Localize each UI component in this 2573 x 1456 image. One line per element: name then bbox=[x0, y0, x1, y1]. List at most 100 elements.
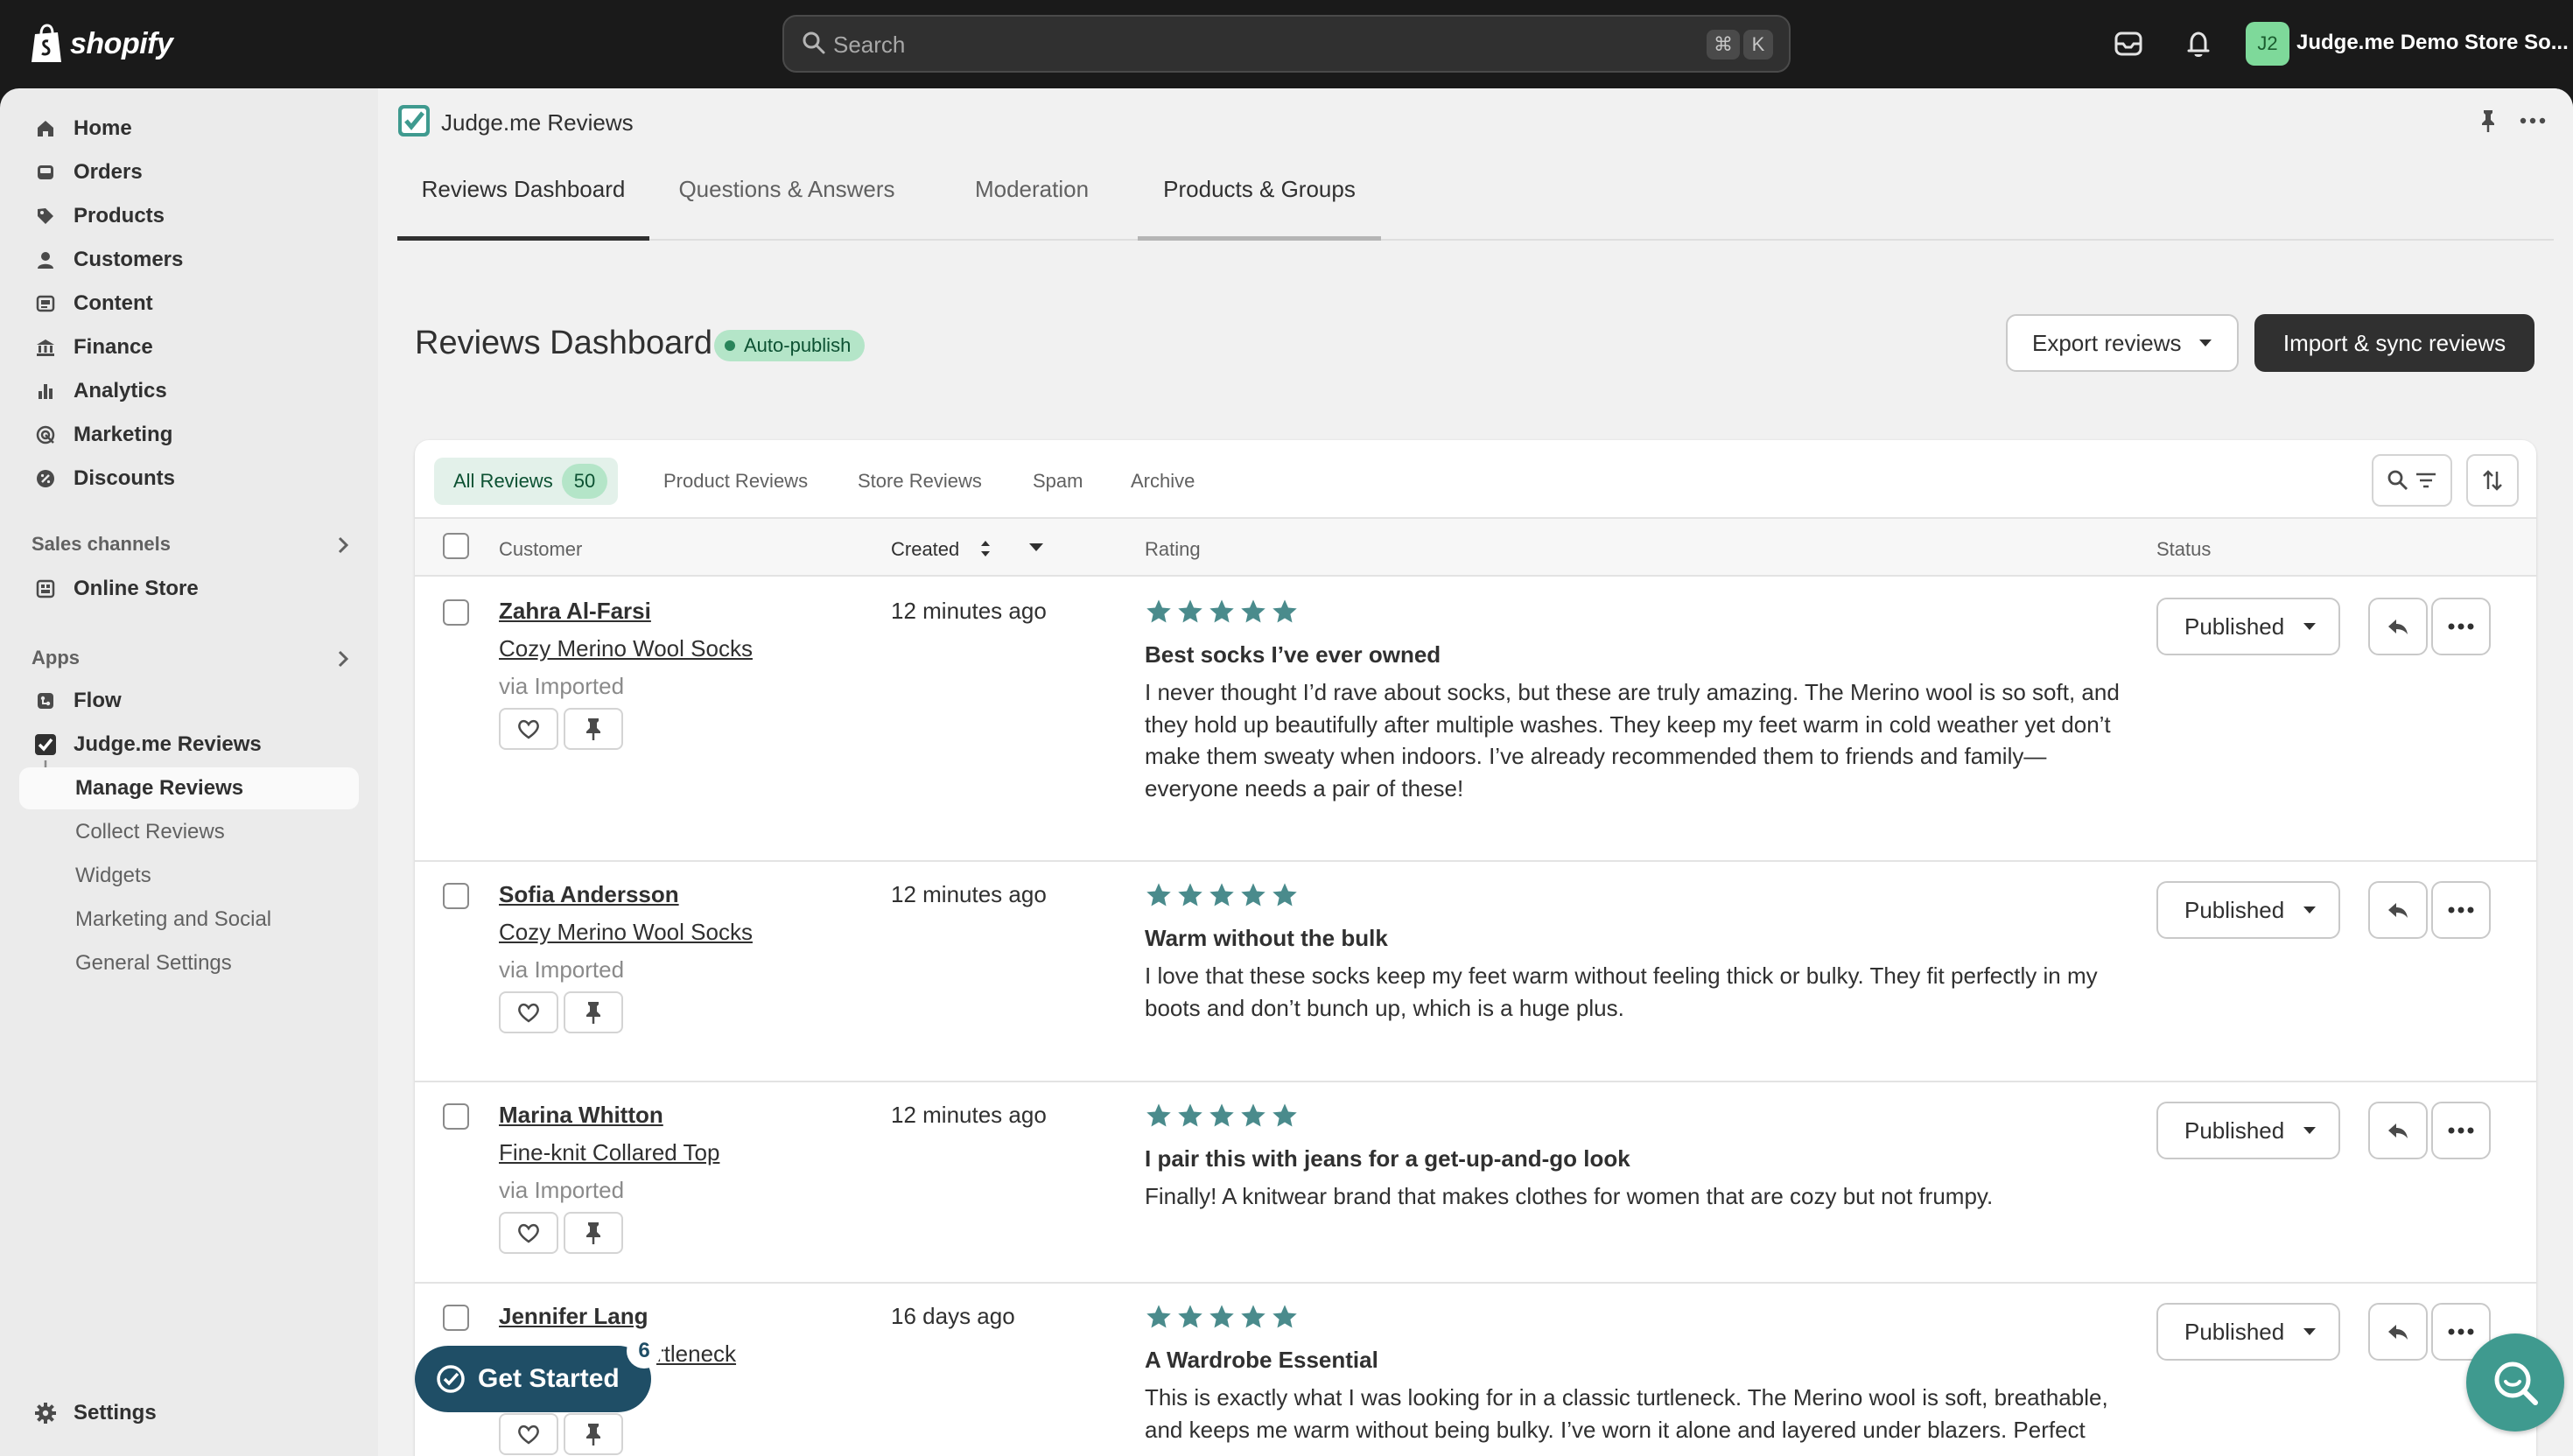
product-link[interactable]: rtleneck bbox=[656, 1340, 736, 1368]
more-icon[interactable] bbox=[2517, 108, 2548, 134]
tab-moderation[interactable]: Moderation bbox=[940, 162, 1124, 241]
bell-icon[interactable] bbox=[2181, 26, 2216, 61]
row-checkbox[interactable] bbox=[443, 1305, 469, 1331]
sidebar-item-discounts[interactable]: Discounts bbox=[19, 458, 359, 500]
star-icon bbox=[1241, 1305, 1265, 1328]
favorite-button[interactable] bbox=[499, 1212, 558, 1254]
sidebar-subitem-collect-reviews[interactable]: Collect Reviews bbox=[19, 811, 359, 853]
product-link[interactable]: Cozy Merino Wool Socks bbox=[499, 635, 753, 662]
pin-icon[interactable] bbox=[2475, 108, 2501, 134]
sidebar-subitem-manage-reviews[interactable]: Manage Reviews bbox=[19, 767, 359, 809]
customer-name-link[interactable]: Sofia Andersson bbox=[499, 881, 679, 908]
row-checkbox[interactable] bbox=[443, 1103, 469, 1130]
favorite-button[interactable] bbox=[499, 991, 558, 1033]
filter-tab-spam[interactable]: Spam bbox=[1013, 458, 1102, 505]
orders-icon bbox=[33, 160, 58, 185]
judgeme-app-icon bbox=[33, 732, 58, 757]
column-header-created[interactable]: Created bbox=[891, 538, 959, 561]
inbox-icon[interactable] bbox=[2111, 26, 2146, 61]
apps-heading[interactable]: Apps bbox=[32, 647, 80, 669]
filter-tab-product-reviews[interactable]: Product Reviews bbox=[644, 458, 827, 505]
help-chat-button[interactable] bbox=[2466, 1334, 2564, 1432]
favorite-button[interactable] bbox=[499, 708, 558, 750]
pin-review-button[interactable] bbox=[564, 991, 623, 1033]
star-icon bbox=[1241, 1103, 1265, 1127]
shopify-logo[interactable]: shopify bbox=[30, 21, 173, 66]
sort-icon bbox=[2483, 470, 2502, 491]
reply-button[interactable] bbox=[2368, 1102, 2428, 1159]
target-icon bbox=[33, 423, 58, 447]
sidebar-item-judgeme-reviews[interactable]: Judge.me Reviews bbox=[19, 724, 359, 766]
star-icon bbox=[1272, 1305, 1297, 1328]
more-actions-button[interactable] bbox=[2431, 881, 2491, 939]
tab-reviews-dashboard[interactable]: Reviews Dashboard bbox=[397, 162, 649, 241]
tab-questions-answers[interactable]: Questions & Answers bbox=[660, 162, 914, 241]
reply-button[interactable] bbox=[2368, 1303, 2428, 1361]
store-avatar[interactable]: J2 bbox=[2246, 22, 2289, 66]
sales-channels-heading[interactable]: Sales channels bbox=[32, 533, 171, 556]
status-dropdown[interactable]: Published bbox=[2156, 598, 2340, 655]
filter-tab-store-reviews[interactable]: Store Reviews bbox=[838, 458, 1001, 505]
more-actions-button[interactable] bbox=[2431, 598, 2491, 655]
sidebar-item-analytics[interactable]: Analytics bbox=[19, 370, 359, 412]
sidebar-item-label: Flow bbox=[74, 689, 122, 712]
more-actions-button[interactable] bbox=[2431, 1102, 2491, 1159]
customer-name-link[interactable]: Jennifer Lang bbox=[499, 1303, 648, 1330]
filter-tab-all-reviews[interactable]: All Reviews 50 bbox=[434, 458, 619, 505]
import-sync-reviews-button[interactable]: Import & sync reviews bbox=[2254, 314, 2534, 372]
get-started-count-badge: 6 bbox=[627, 1334, 662, 1368]
sidebar-item-orders[interactable]: Orders bbox=[19, 151, 359, 193]
filter-tab-label: All Reviews bbox=[453, 470, 553, 492]
select-all-checkbox[interactable] bbox=[443, 533, 469, 559]
sidebar-item-content[interactable]: Content bbox=[19, 283, 359, 325]
reply-button[interactable] bbox=[2368, 881, 2428, 939]
review-body: I love that these socks keep my feet war… bbox=[1145, 962, 2098, 1021]
sidebar-item-online-store[interactable]: Online Store bbox=[19, 568, 359, 610]
tab-products-groups[interactable]: Products & Groups bbox=[1138, 162, 1381, 241]
sidebar-subitem-widgets[interactable]: Widgets bbox=[19, 855, 359, 897]
chevron-right-icon[interactable] bbox=[334, 535, 352, 556]
product-link[interactable]: Cozy Merino Wool Socks bbox=[499, 919, 753, 946]
star-icon bbox=[1178, 883, 1202, 906]
caret-down-icon bbox=[2303, 623, 2317, 630]
star-icon bbox=[1209, 1103, 1234, 1127]
product-link[interactable]: Fine-knit Collared Top bbox=[499, 1139, 719, 1166]
sidebar-item-label: Online Store bbox=[74, 577, 199, 600]
heart-icon bbox=[518, 1424, 539, 1445]
search-filter-button[interactable] bbox=[2372, 454, 2452, 507]
pin-review-button[interactable] bbox=[564, 1212, 623, 1254]
pin-review-button[interactable] bbox=[564, 1413, 623, 1455]
review-body: This is exactly what I was looking for i… bbox=[1145, 1384, 2108, 1443]
filter-tab-archive[interactable]: Archive bbox=[1111, 458, 1214, 505]
sidebar-subitem-general-settings[interactable]: General Settings bbox=[19, 942, 359, 984]
sort-toggle-icon[interactable] bbox=[978, 536, 992, 561]
table-header: Customer Created Rating Status bbox=[415, 517, 2536, 577]
sidebar-item-label: Orders bbox=[74, 160, 143, 184]
sidebar-subitem-marketing-social[interactable]: Marketing and Social bbox=[19, 899, 359, 941]
customer-name-link[interactable]: Marina Whitton bbox=[499, 1102, 663, 1129]
sidebar-item-home[interactable]: Home bbox=[19, 108, 359, 150]
sidebar-item-customers[interactable]: Customers bbox=[19, 239, 359, 281]
status-dropdown[interactable]: Published bbox=[2156, 1102, 2340, 1159]
sidebar-item-settings[interactable]: Settings bbox=[19, 1392, 359, 1434]
get-started-button[interactable]: Get Started bbox=[415, 1346, 651, 1412]
caret-down-icon[interactable] bbox=[1027, 542, 1045, 554]
status-dropdown[interactable]: Published bbox=[2156, 1303, 2340, 1361]
row-checkbox[interactable] bbox=[443, 883, 469, 909]
row-checkbox[interactable] bbox=[443, 599, 469, 626]
star-icon bbox=[1241, 883, 1265, 906]
search-input[interactable]: Search ⌘ K bbox=[782, 15, 1791, 73]
sidebar-item-products[interactable]: Products bbox=[19, 195, 359, 237]
export-reviews-button[interactable]: Export reviews bbox=[2006, 314, 2239, 372]
reply-button[interactable] bbox=[2368, 598, 2428, 655]
store-name[interactable]: Judge.me Demo Store So... bbox=[2296, 31, 2569, 55]
customer-name-link[interactable]: Zahra Al-Farsi bbox=[499, 598, 651, 625]
sidebar-item-marketing[interactable]: Marketing bbox=[19, 414, 359, 456]
sidebar-item-finance[interactable]: Finance bbox=[19, 326, 359, 368]
pin-review-button[interactable] bbox=[564, 708, 623, 750]
sort-button[interactable] bbox=[2466, 454, 2519, 507]
chevron-right-icon[interactable] bbox=[334, 648, 352, 669]
status-dropdown[interactable]: Published bbox=[2156, 881, 2340, 939]
sidebar-item-flow[interactable]: Flow bbox=[19, 680, 359, 722]
favorite-button[interactable] bbox=[499, 1413, 558, 1455]
